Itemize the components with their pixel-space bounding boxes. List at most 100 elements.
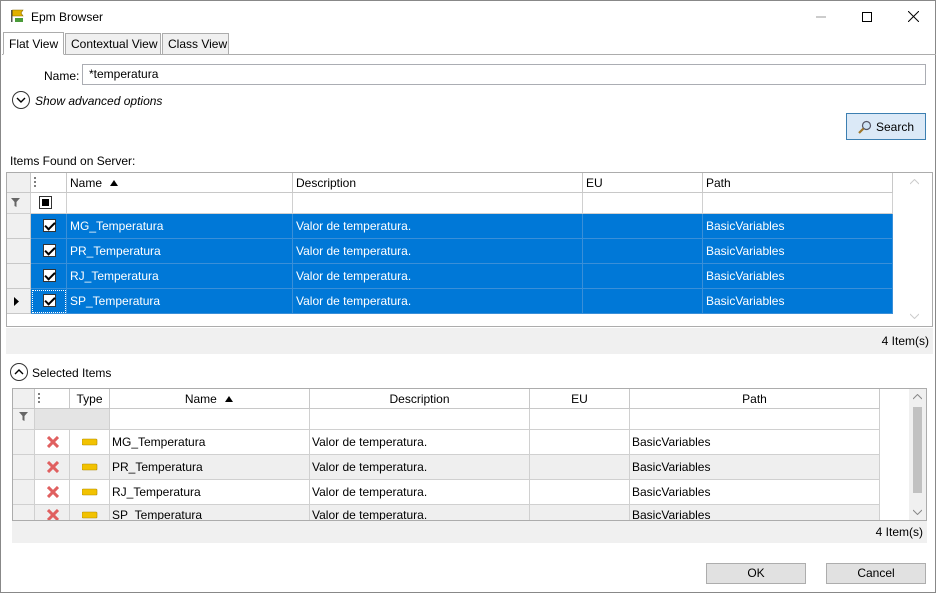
- column-header-description[interactable]: Description: [310, 389, 530, 409]
- row-checkbox[interactable]: [43, 244, 56, 257]
- expand-advanced-toggle[interactable]: [12, 91, 30, 109]
- close-icon: [907, 11, 919, 22]
- app-flag-icon: [11, 9, 24, 22]
- close-button[interactable]: [890, 1, 936, 32]
- filter-description-input[interactable]: [293, 193, 583, 214]
- grip-icon: [38, 393, 40, 403]
- cell-eu[interactable]: [583, 289, 703, 314]
- type-cell: [70, 480, 110, 505]
- cell-description[interactable]: Valor de temperatura.: [293, 214, 583, 239]
- cell-name[interactable]: SP_Temperatura: [67, 289, 293, 314]
- row-checkbox-cell: [31, 214, 67, 239]
- cell-path[interactable]: BasicVariables: [630, 455, 880, 480]
- row-header[interactable]: [13, 480, 35, 505]
- cell-path[interactable]: BasicVariables: [630, 430, 880, 455]
- scroll-up-icon: [910, 179, 919, 185]
- filter-description-input[interactable]: [310, 409, 530, 430]
- column-chooser-handle[interactable]: [31, 173, 67, 193]
- cell-path[interactable]: BasicVariables: [703, 239, 893, 264]
- found-grid-scrollbar[interactable]: [897, 173, 932, 326]
- search-button-label: Search: [875, 119, 915, 134]
- column-header-eu[interactable]: EU: [583, 173, 703, 193]
- column-header-name-label: Name: [184, 392, 217, 406]
- scrollbar-thumb[interactable]: [913, 407, 922, 493]
- filter-eu-input[interactable]: [583, 193, 703, 214]
- name-search-input[interactable]: *temperatura: [82, 64, 926, 85]
- cell-description[interactable]: Valor de temperatura.: [293, 264, 583, 289]
- row-checkbox[interactable]: [43, 269, 56, 282]
- maximize-button[interactable]: [844, 1, 890, 32]
- row-checkbox[interactable]: [43, 219, 56, 232]
- row-checkbox-cell: [31, 239, 67, 264]
- cell-eu[interactable]: [583, 239, 703, 264]
- cell-path[interactable]: BasicVariables: [703, 264, 893, 289]
- tab-contextual-view[interactable]: Contextual View: [65, 33, 161, 55]
- column-header-name[interactable]: Name: [110, 389, 310, 409]
- row-header[interactable]: [7, 264, 31, 289]
- cell-eu[interactable]: [530, 505, 630, 520]
- cell-eu[interactable]: [583, 264, 703, 289]
- column-header-path[interactable]: Path: [703, 173, 893, 193]
- advanced-options-link[interactable]: Show advanced options: [35, 94, 162, 108]
- cell-path[interactable]: BasicVariables: [703, 214, 893, 239]
- cell-description[interactable]: Valor de temperatura.: [310, 455, 530, 480]
- cell-description[interactable]: Valor de temperatura.: [310, 480, 530, 505]
- cell-name[interactable]: PR_Temperatura: [110, 455, 310, 480]
- cell-description[interactable]: Valor de temperatura.: [310, 430, 530, 455]
- select-all-checkbox[interactable]: [39, 196, 52, 209]
- row-header[interactable]: [7, 214, 31, 239]
- cell-name[interactable]: RJ_Temperatura: [110, 480, 310, 505]
- cell-path[interactable]: BasicVariables: [703, 289, 893, 314]
- filter-icon: [19, 412, 28, 421]
- remove-cell: [35, 430, 70, 455]
- ok-button[interactable]: OK: [706, 563, 806, 584]
- filter-row-header: [13, 409, 35, 430]
- column-header-type[interactable]: Type: [70, 389, 110, 409]
- cell-name[interactable]: SP_Temperatura: [110, 505, 310, 520]
- tab-class-view[interactable]: Class View: [162, 33, 229, 55]
- minimize-button[interactable]: [798, 1, 844, 32]
- remove-x-icon[interactable]: [47, 486, 59, 498]
- column-chooser-handle[interactable]: [35, 389, 70, 409]
- tab-flat-view[interactable]: Flat View: [3, 32, 64, 55]
- column-header-name[interactable]: Name: [67, 173, 293, 193]
- cell-path[interactable]: BasicVariables: [630, 480, 880, 505]
- remove-x-icon[interactable]: [47, 509, 59, 521]
- column-header-path[interactable]: Path: [630, 389, 880, 409]
- search-button[interactable]: Search: [846, 113, 926, 140]
- cell-name[interactable]: RJ_Temperatura: [67, 264, 293, 289]
- row-header[interactable]: [13, 455, 35, 480]
- cell-name[interactable]: MG_Temperatura: [67, 214, 293, 239]
- row-header[interactable]: [13, 505, 35, 520]
- remove-x-icon[interactable]: [47, 461, 59, 473]
- cell-eu[interactable]: [530, 430, 630, 455]
- type-cell: [70, 505, 110, 520]
- cell-description[interactable]: Valor de temperatura.: [293, 239, 583, 264]
- row-checkbox[interactable]: [43, 294, 56, 307]
- filter-name-input[interactable]: [110, 409, 310, 430]
- cell-description[interactable]: Valor de temperatura.: [310, 505, 530, 520]
- cell-path[interactable]: BasicVariables: [630, 505, 880, 520]
- cell-eu[interactable]: [530, 480, 630, 505]
- cell-name[interactable]: PR_Temperatura: [67, 239, 293, 264]
- filter-name-input[interactable]: [67, 193, 293, 214]
- cell-eu[interactable]: [530, 455, 630, 480]
- cell-description[interactable]: Valor de temperatura.: [293, 289, 583, 314]
- selected-items-grid: Type Name Description EU Path MG_Tempera…: [12, 388, 927, 521]
- row-header[interactable]: [13, 430, 35, 455]
- scroll-up-icon: [913, 394, 922, 400]
- epm-browser-window: Epm Browser Flat View Contextual View Cl…: [0, 0, 936, 593]
- row-header-current[interactable]: [7, 289, 31, 314]
- remove-x-icon[interactable]: [47, 436, 59, 448]
- column-header-eu[interactable]: EU: [530, 389, 630, 409]
- cancel-button[interactable]: Cancel: [826, 563, 926, 584]
- type-cell: [70, 430, 110, 455]
- filter-path-input[interactable]: [703, 193, 893, 214]
- collapse-selected-toggle[interactable]: [10, 363, 28, 381]
- filter-path-input[interactable]: [630, 409, 880, 430]
- filter-eu-input[interactable]: [530, 409, 630, 430]
- cell-name[interactable]: MG_Temperatura: [110, 430, 310, 455]
- cell-eu[interactable]: [583, 214, 703, 239]
- column-header-description[interactable]: Description: [293, 173, 583, 193]
- row-header[interactable]: [7, 239, 31, 264]
